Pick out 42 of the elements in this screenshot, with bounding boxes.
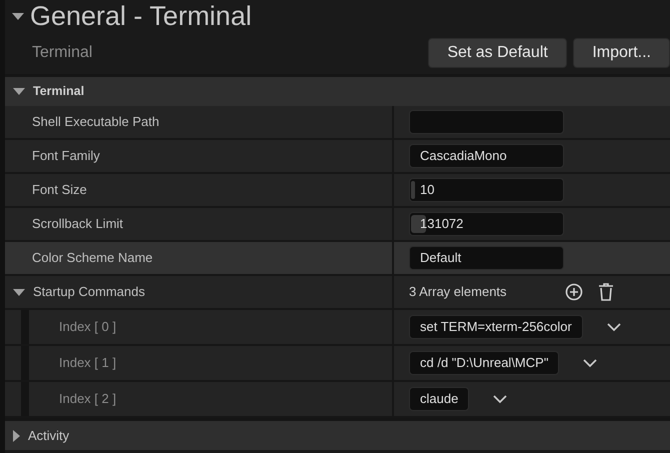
input-field[interactable]: 131072 [409,212,564,236]
chevron-down-icon[interactable] [493,394,508,404]
input-field[interactable]: Default [409,246,564,270]
array-element-row[interactable]: Index [ 0 ] set TERM=xterm-256color [5,310,670,346]
input-field[interactable]: claude [409,387,470,411]
trash-icon[interactable] [598,283,614,301]
category-header[interactable]: Activity [28,426,70,446]
collapse-arrow-icon[interactable] [12,12,24,20]
property-label: Font Size [32,181,87,200]
index-label: Index [ 2 ] [59,390,116,408]
category-header[interactable]: Terminal [33,82,84,101]
add-icon[interactable] [564,283,583,301]
property-label: Color Scheme Name [32,249,153,268]
property-row[interactable]: Font Family CascadiaMono [5,140,670,174]
property-label: Shell Executable Path [32,113,160,132]
toolbar-button[interactable]: Import... [573,38,670,68]
array-count: 3 Array elements [409,283,507,302]
input-field[interactable]: cd /d "D:\Unreal\MCP" [409,351,560,375]
property-label: Startup Commands [33,283,145,302]
toolbar-button[interactable]: Set as Default [428,38,567,68]
property-row[interactable]: Color Scheme Name Default [5,242,670,276]
property-label: Scrollback Limit [32,215,124,234]
chevron-down-icon[interactable] [583,358,598,368]
section-title: Terminal [32,43,92,63]
chevron-down-icon[interactable] [606,322,621,332]
expand-arrow-icon[interactable] [13,430,20,442]
array-element-row[interactable]: Index [ 2 ] claude [5,382,670,418]
input-field[interactable]: set TERM=xterm-256color [409,315,583,339]
input-field[interactable]: CascadiaMono [409,144,564,168]
input-field[interactable] [409,110,564,134]
index-label: Index [ 0 ] [59,318,116,336]
collapse-arrow-icon[interactable] [13,288,25,296]
property-row[interactable]: Startup Commands 3 Array elements [5,276,670,310]
property-row[interactable]: Font Size 10 [5,174,670,208]
property-row[interactable]: Shell Executable Path [5,106,670,140]
collapse-arrow-icon[interactable] [13,88,25,95]
property-label: Font Family [32,147,100,166]
input-field[interactable]: 10 [409,178,564,202]
index-label: Index [ 1 ] [59,354,116,372]
array-element-row[interactable]: Index [ 1 ] cd /d "D:\Unreal\MCP" [5,346,670,382]
property-row[interactable]: Scrollback Limit 131072 [5,208,670,242]
page-title: General - Terminal [30,0,252,32]
